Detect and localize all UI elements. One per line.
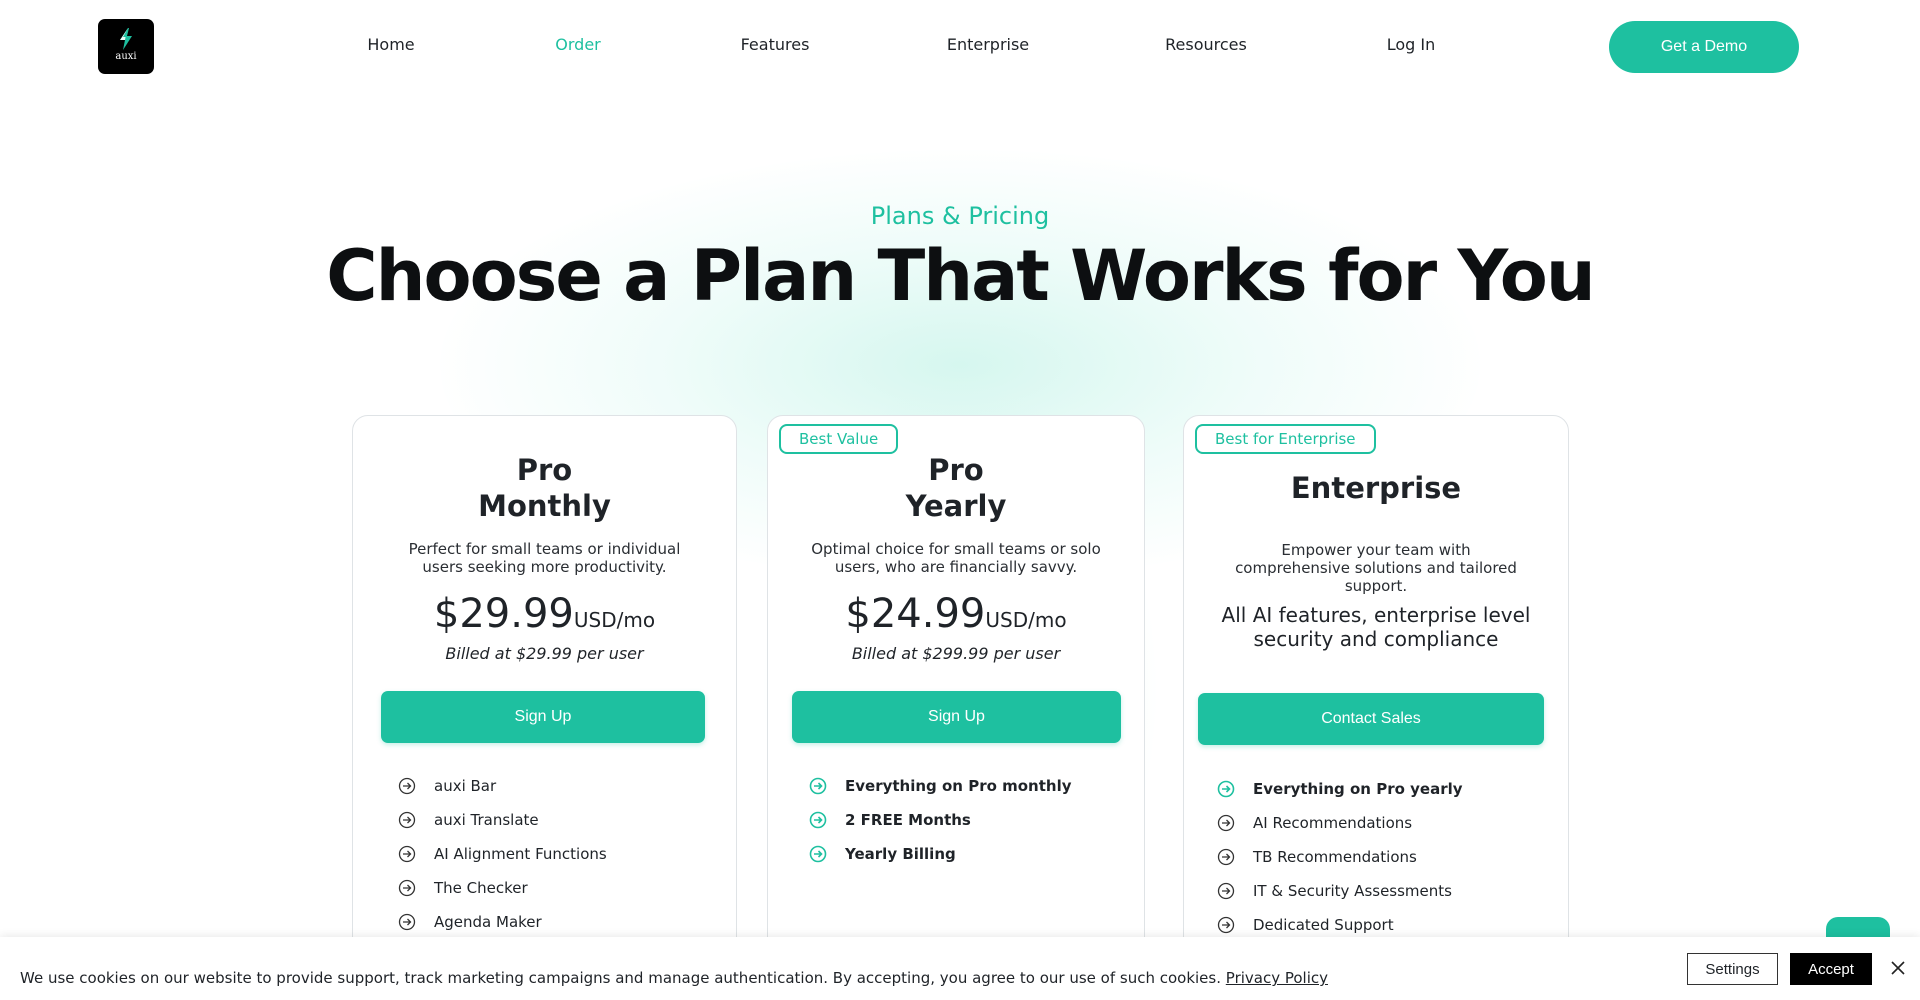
nav-enterprise[interactable]: Enterprise	[947, 34, 1029, 56]
plan-card-enterprise: Best for Enterprise Enterprise Empower y…	[1183, 415, 1569, 1000]
feature-label: Everything on Pro monthly	[845, 777, 1072, 795]
feature-label: Yearly Billing	[845, 845, 956, 863]
feature-label: 2 FREE Months	[845, 811, 971, 829]
best-for-enterprise-badge: Best for Enterprise	[1195, 424, 1376, 454]
feature-item: Everything on Pro yearly	[1217, 778, 1463, 800]
feature-item: Agenda Maker	[398, 911, 542, 933]
sign-up-button[interactable]: Sign Up	[792, 691, 1121, 743]
contact-sales-button[interactable]: Contact Sales	[1198, 693, 1544, 745]
close-icon[interactable]	[1888, 958, 1908, 978]
feature-label: Agenda Maker	[434, 913, 542, 931]
plan-price: $29.99USD/mo	[353, 592, 736, 636]
sign-up-button[interactable]: Sign Up	[381, 691, 705, 743]
billing-note: Billed at $299.99 per user	[851, 644, 1061, 663]
cookie-consent-bar: We use cookies on our website to provide…	[0, 937, 1920, 1000]
plan-price: $24.99USD/mo	[768, 592, 1144, 636]
circle-arrow-right-icon	[809, 777, 827, 795]
plan-name-line1: Pro	[516, 453, 573, 487]
logo-text: auxi	[115, 51, 137, 62]
nav-order[interactable]: Order	[555, 34, 600, 56]
plan-description: Optimal choice for small teams or solo u…	[811, 540, 1101, 576]
best-value-badge: Best Value	[779, 424, 899, 454]
feature-item: AI Alignment Functions	[398, 843, 607, 865]
circle-arrow-right-icon	[1217, 780, 1235, 798]
feature-label: TB Recommendations	[1253, 848, 1417, 866]
circle-arrow-right-icon	[1217, 848, 1235, 866]
feature-label: Everything on Pro yearly	[1253, 780, 1463, 798]
circle-arrow-right-icon	[809, 845, 827, 863]
plan-name: Pro Yearly	[768, 452, 1144, 524]
feature-item: IT & Security Assessments	[1217, 880, 1452, 902]
enterprise-pitch: All AI features, enterprise level securi…	[1221, 603, 1531, 651]
feature-label: auxi Translate	[434, 811, 539, 829]
nav-features[interactable]: Features	[741, 34, 810, 56]
circle-arrow-right-icon	[1217, 916, 1235, 934]
price-unit: USD/mo	[573, 608, 656, 632]
price-unit: USD/mo	[985, 608, 1067, 632]
cookie-accept-button[interactable]: Accept	[1790, 953, 1872, 985]
nav-log-in[interactable]: Log In	[1387, 34, 1436, 56]
billing-note: Billed at $29.99 per user	[445, 644, 644, 663]
feature-label: auxi Bar	[434, 777, 497, 795]
feature-label: Dedicated Support	[1253, 916, 1394, 934]
price-amount: $24.99	[845, 591, 986, 637]
auxi-logo[interactable]: auxi	[98, 19, 154, 74]
feature-item: auxi Translate	[398, 809, 539, 831]
feature-item: Dedicated Support	[1217, 914, 1394, 936]
feature-label: AI Alignment Functions	[434, 845, 607, 863]
circle-arrow-right-icon	[398, 913, 416, 931]
feature-item: 2 FREE Months	[809, 809, 971, 831]
circle-arrow-right-icon	[398, 845, 416, 863]
plan-description: Perfect for small teams or individual us…	[408, 540, 681, 576]
cookie-message: We use cookies on our website to provide…	[20, 968, 1328, 988]
circle-arrow-right-icon	[398, 811, 416, 829]
feature-item: Everything on Pro monthly	[809, 775, 1072, 797]
site-header: auxi Home Order Features Enterprise Reso…	[0, 0, 1920, 92]
feature-label: IT & Security Assessments	[1253, 882, 1452, 900]
plan-description: Empower your team with comprehensive sol…	[1235, 541, 1517, 595]
plan-card-pro-yearly: Best Value Pro Yearly Optimal choice for…	[767, 415, 1145, 1000]
circle-arrow-right-icon	[1217, 814, 1235, 832]
page-title: Choose a Plan That Works for You	[326, 235, 1595, 317]
cookie-settings-button[interactable]: Settings	[1687, 953, 1778, 985]
plan-name-line2: Monthly	[478, 489, 611, 523]
circle-arrow-right-icon	[398, 879, 416, 897]
plan-name: Enterprise	[1290, 471, 1462, 505]
plan-name-line2: Yearly	[905, 489, 1007, 523]
lightning-bolt-icon	[120, 28, 132, 50]
feature-label: AI Recommendations	[1253, 814, 1413, 832]
feature-item: TB Recommendations	[1217, 846, 1417, 868]
price-amount: $29.99	[433, 591, 574, 637]
plan-card-pro-monthly: Pro Monthly Perfect for small teams or i…	[352, 415, 737, 1000]
get-a-demo-button[interactable]: Get a Demo	[1609, 21, 1799, 73]
feature-item: The Checker	[398, 877, 528, 899]
privacy-policy-link[interactable]: Privacy Policy	[1226, 969, 1328, 987]
feature-item: auxi Bar	[398, 775, 496, 797]
feature-item: AI Recommendations	[1217, 812, 1412, 834]
plan-name-line1: Pro	[928, 453, 984, 487]
cookie-text: We use cookies on our website to provide…	[20, 969, 1221, 987]
feature-item: Yearly Billing	[809, 843, 956, 865]
circle-arrow-right-icon	[809, 811, 827, 829]
circle-arrow-right-icon	[398, 777, 416, 795]
nav-resources[interactable]: Resources	[1165, 34, 1247, 56]
circle-arrow-right-icon	[1217, 882, 1235, 900]
plan-name: Pro Monthly	[353, 452, 736, 524]
pricing-eyebrow: Plans & Pricing	[870, 202, 1050, 230]
nav-home[interactable]: Home	[367, 34, 414, 56]
feature-label: The Checker	[434, 879, 528, 897]
